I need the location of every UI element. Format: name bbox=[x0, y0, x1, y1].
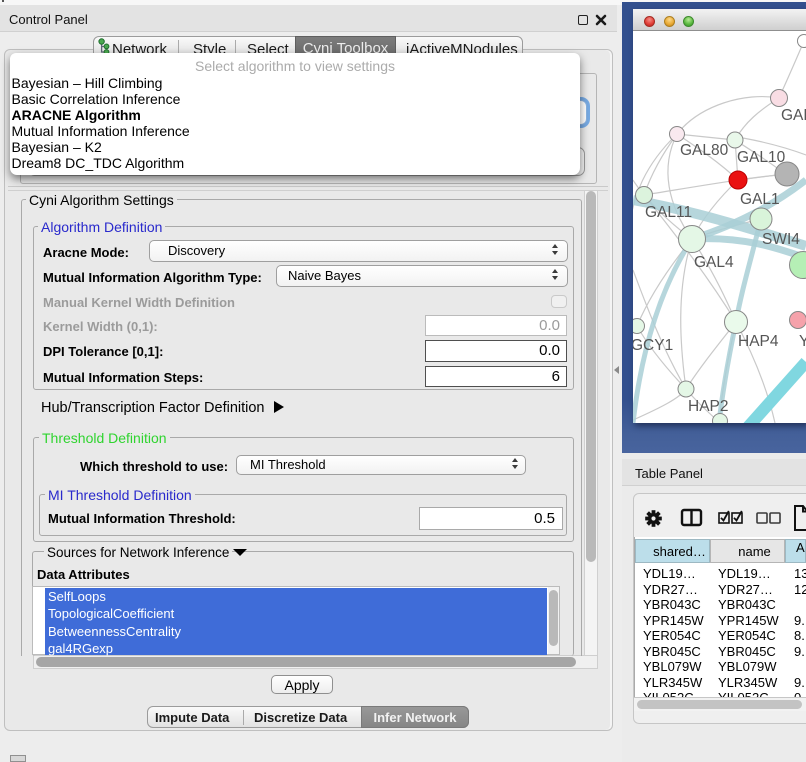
svg-text:GAL1: GAL1 bbox=[740, 191, 780, 208]
svg-text:SWI4: SWI4 bbox=[762, 231, 800, 248]
svg-text:GCY1: GCY1 bbox=[633, 337, 673, 354]
svg-text:HAP2: HAP2 bbox=[688, 398, 729, 415]
svg-text:GAL4: GAL4 bbox=[694, 254, 734, 271]
svg-text:Y: Y bbox=[799, 333, 806, 350]
svg-text:GAL80: GAL80 bbox=[680, 142, 729, 159]
svg-text:GAL7: GAL7 bbox=[781, 107, 806, 124]
svg-text:GAL10: GAL10 bbox=[737, 149, 786, 166]
svg-text:GAL11: GAL11 bbox=[645, 204, 692, 221]
svg-text:HAP4: HAP4 bbox=[738, 333, 779, 350]
